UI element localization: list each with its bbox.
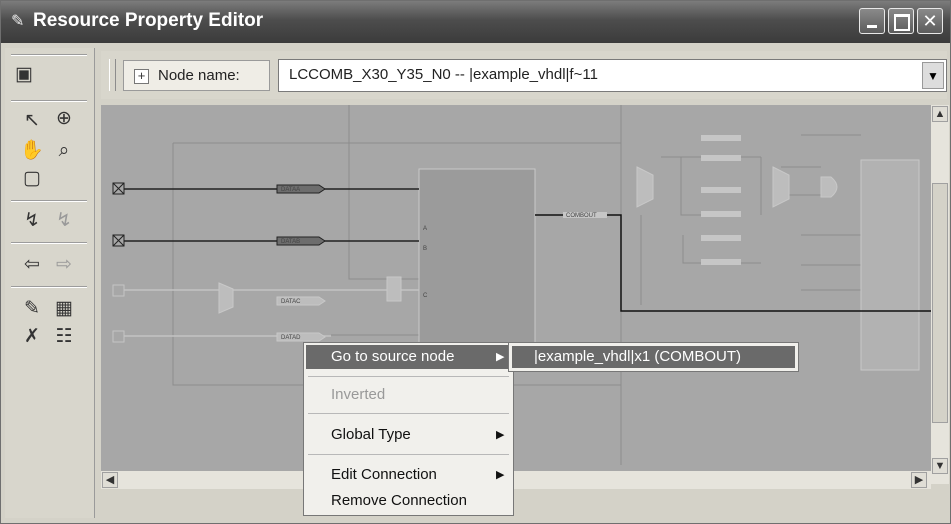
input-pin-d[interactable] [112, 330, 125, 343]
maximize-button[interactable] [888, 8, 914, 34]
vertical-scrollbar[interactable]: ▲ ▼ [931, 105, 949, 484]
horizontal-scrollbar[interactable]: ◀ ▶ [101, 471, 931, 489]
menu-item-label: Remove Connection [331, 492, 467, 509]
zoom-region-icon[interactable]: ⌕ [51, 138, 77, 164]
toolbar-grip[interactable] [109, 59, 116, 91]
pin-label: DATAD [281, 335, 301, 341]
title-bar[interactable]: ✎ Resource Property Editor ✕ [1, 1, 950, 43]
scroll-down-icon[interactable]: ▼ [932, 458, 948, 474]
minimize-icon [860, 9, 884, 33]
toolbar-divider [11, 286, 87, 288]
port-label: C [423, 293, 428, 299]
lcell-block[interactable] [418, 168, 536, 346]
menu-divider [308, 454, 509, 455]
menu-item-label: Global Type [331, 426, 411, 443]
forward-arrow-icon[interactable]: ⇨ [51, 252, 77, 278]
back-arrow-icon[interactable]: ⇦ [19, 252, 45, 278]
toolbar-divider [11, 242, 87, 244]
app-icon: ✎ [11, 13, 25, 30]
port-label: B [423, 246, 427, 252]
submenu-item-source-node[interactable]: |example_vhdl|x1 (COMBOUT) [512, 346, 795, 368]
menu-item-remove-connection[interactable]: Remove Connection [306, 489, 511, 513]
menu-divider [308, 376, 509, 377]
schematic-canvas[interactable]: DATAA DATAB DATAC DATAD COMBOUT A B C [101, 105, 931, 471]
node-name-value: LCCOMB_X30_Y35_N0 -- |example_vhdl|f~11 [289, 66, 598, 83]
window-icon[interactable]: ▣ [11, 62, 37, 88]
minimize-button[interactable] [859, 8, 885, 34]
menu-item-go-to-source-node[interactable]: Go to source node ▶ [306, 345, 511, 369]
port-label: A [423, 226, 427, 232]
menu-item-inverted[interactable]: Inverted [306, 383, 511, 407]
resource-property-editor-window: ✎ Resource Property Editor ✕ ▣ ↖ ⊕ ✋ ⌕ ▢… [0, 0, 951, 524]
fit-window-icon[interactable]: ▢ [19, 166, 45, 192]
scroll-right-icon[interactable]: ▶ [911, 472, 927, 488]
properties-icon[interactable]: ✎ [19, 296, 45, 322]
context-menu: Go to source node ▶ Inverted Global Type… [303, 342, 514, 516]
output-label: COMBOUT [566, 213, 597, 219]
menu-item-label: Edit Connection [331, 466, 437, 483]
node-name-label: Node name: [158, 67, 240, 84]
menu-item-label: Inverted [331, 386, 386, 403]
node-toolbar: + Node name: LCCOMB_X30_Y35_N0 -- |examp… [101, 51, 947, 99]
zoom-in-icon[interactable]: ⊕ [51, 106, 77, 132]
schematic-diagram: DATAA DATAB DATAC DATAD COMBOUT A B C [112, 105, 931, 465]
edit-icon[interactable]: ✗ [19, 324, 45, 350]
toolbar-divider [11, 200, 87, 202]
step-disabled-icon[interactable]: ↯ [51, 208, 77, 234]
window-title: Resource Property Editor [33, 10, 264, 31]
pin-label: DATAC [281, 299, 301, 305]
scroll-left-icon[interactable]: ◀ [102, 472, 118, 488]
inputs [112, 182, 419, 343]
step-icon[interactable]: ↯ [19, 208, 45, 234]
submenu-item-label: |example_vhdl|x1 (COMBOUT) [534, 348, 742, 365]
hierarchy-icon[interactable]: ☷ [51, 324, 77, 350]
menu-item-global-type[interactable]: Global Type ▶ [306, 423, 511, 447]
maximize-icon [889, 9, 913, 33]
input-pin-c[interactable] [112, 284, 125, 297]
menu-divider [308, 413, 509, 414]
submenu-arrow-icon: ▶ [496, 351, 505, 363]
pin-label: DATAB [281, 239, 300, 245]
scroll-thumb[interactable] [932, 183, 948, 423]
close-icon: ✕ [922, 11, 938, 31]
netlist-icon[interactable]: ▦ [51, 296, 77, 322]
hand-pan-icon[interactable]: ✋ [19, 138, 45, 164]
node-name-button[interactable]: + Node name: [123, 60, 270, 91]
menu-item-edit-connection[interactable]: Edit Connection ▶ [306, 463, 511, 487]
menu-item-label: Go to source node [331, 348, 455, 365]
chevron-down-icon[interactable]: ▼ [922, 62, 944, 89]
expand-plus-icon: + [134, 69, 149, 84]
scroll-up-icon[interactable]: ▲ [932, 106, 948, 122]
toolbar-divider [11, 54, 87, 56]
node-name-select[interactable]: LCCOMB_X30_Y35_N0 -- |example_vhdl|f~11 … [278, 59, 947, 92]
left-toolbar: ▣ ↖ ⊕ ✋ ⌕ ▢ ↯ ↯ ⇦ ⇨ ✎ ▦ ✗ ☷ [5, 48, 95, 518]
register-block [860, 159, 920, 371]
pin-label: DATAA [281, 187, 300, 193]
source-node-submenu: |example_vhdl|x1 (COMBOUT) [508, 342, 799, 372]
submenu-arrow-icon: ▶ [496, 469, 505, 481]
submenu-arrow-icon: ▶ [496, 429, 505, 441]
close-button[interactable]: ✕ [917, 8, 943, 34]
toolbar-divider [11, 100, 87, 102]
select-arrow-icon[interactable]: ↖ [19, 108, 45, 134]
